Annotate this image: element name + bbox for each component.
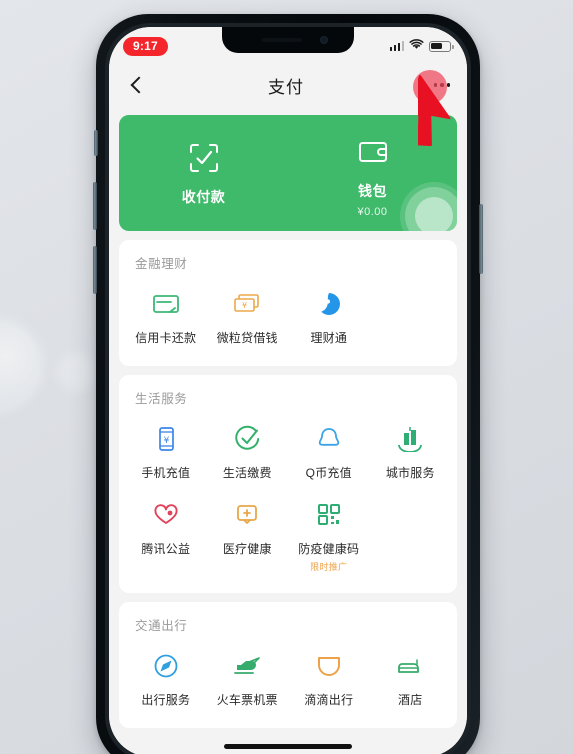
life-service-grid: ¥ 手机充值 生活缴费 Q币充值 城市服务 腾讯公益 医疗健康 防疫健康码 限时…: [119, 415, 457, 583]
pay-wallet-card: 收付款 钱包 ¥0.00: [119, 115, 457, 231]
grid-item-credit-card-repay[interactable]: 信用卡还款: [125, 280, 207, 356]
grid-item-label: 滴滴出行: [304, 693, 354, 707]
svg-text:¥: ¥: [163, 436, 169, 446]
health-code-icon: [288, 499, 370, 531]
grid-item-label: 火车票机票: [216, 693, 278, 707]
finance-section-title: 金融理财: [135, 257, 188, 271]
finance-section-card: 金融理财 信用卡还款 ¥ 微粒贷借钱 理财通: [119, 240, 457, 366]
home-indicator[interactable]: [224, 744, 352, 749]
grid-item-label: Q币充值: [305, 466, 352, 480]
grid-item-label: 出行服务: [141, 693, 191, 707]
earpiece-speaker-icon: [262, 38, 302, 42]
mobile-topup-icon: ¥: [125, 423, 207, 455]
finance-grid: 信用卡还款 ¥ 微粒贷借钱 理财通: [119, 280, 457, 356]
grid-item-licaitong[interactable]: 理财通: [288, 280, 370, 356]
grid-item-label: 医疗健康: [222, 542, 272, 556]
background-blob-secondary: [56, 352, 96, 392]
phone-screen: 9:17 支付 收付款 钱包 ¥0.00 金融理财 信用卡还款 ¥ 微粒贷借钱 …: [109, 27, 467, 754]
grid-item-label: 生活缴费: [222, 466, 272, 480]
grid-item-label: 酒店: [398, 693, 423, 707]
grid-item-empty: [370, 280, 452, 356]
train-plane-icon: [207, 650, 289, 682]
grid-item-didi[interactable]: 滴滴出行: [288, 642, 370, 718]
qcoin-icon: [288, 423, 370, 455]
wealth-icon: [288, 288, 370, 320]
transport-section-title: 交通出行: [135, 619, 188, 633]
medical-health-icon: [207, 499, 289, 531]
notch: [222, 27, 354, 53]
grid-item-weilidai-loan[interactable]: ¥ 微粒贷借钱: [207, 280, 289, 356]
grid-item-label: 城市服务: [385, 466, 435, 480]
status-icons: [389, 37, 454, 55]
grid-item-label: 防疫健康码: [298, 542, 360, 556]
scan-pay-entry[interactable]: 收付款: [119, 134, 288, 212]
charity-heart-icon: [125, 499, 207, 531]
wifi-icon: [409, 37, 424, 55]
grid-item-utility-bill[interactable]: 生活缴费: [207, 415, 289, 491]
transport-grid: 出行服务 火车票机票 滴滴出行 酒店: [119, 642, 457, 718]
grid-item-travel-service[interactable]: 出行服务: [125, 642, 207, 718]
grid-item-city-service[interactable]: 城市服务: [370, 415, 452, 491]
battery-icon: [429, 40, 454, 52]
grid-item-health-code[interactable]: 防疫健康码 限时推广: [288, 491, 370, 583]
page-content: 收付款 钱包 ¥0.00 金融理财 信用卡还款 ¥ 微粒贷借钱 理财通 生活服务…: [109, 107, 467, 754]
scan-pay-label: 收付款: [181, 189, 226, 205]
grid-item-label: 微粒贷借钱: [216, 331, 278, 345]
page-title: 支付: [268, 77, 304, 97]
power-button[interactable]: [479, 204, 483, 274]
credit-card-icon: [125, 288, 207, 320]
mute-switch-button[interactable]: [94, 130, 98, 156]
front-camera-icon: [320, 36, 328, 44]
background-blob: [0, 322, 40, 408]
back-button[interactable]: [126, 74, 148, 96]
grid-item-qcoin-topup[interactable]: Q币充值: [288, 415, 370, 491]
svg-text:¥: ¥: [242, 301, 247, 310]
didi-icon: [288, 650, 370, 682]
compass-travel-icon: [125, 650, 207, 682]
grid-item-label: 信用卡还款: [135, 331, 197, 345]
scan-pay-icon: [119, 138, 288, 178]
volume-down-button[interactable]: [93, 246, 97, 294]
grid-item-promo-tag: 限时推广: [310, 562, 348, 572]
grid-item-medical-health[interactable]: 医疗健康: [207, 491, 289, 583]
grid-item-mobile-topup[interactable]: ¥ 手机充值: [125, 415, 207, 491]
phone-bezel: 9:17 支付 收付款 钱包 ¥0.00 金融理财 信用卡还款 ¥ 微粒贷借钱 …: [105, 23, 471, 754]
status-time-recording-pill[interactable]: 9:17: [123, 36, 168, 56]
utility-bill-icon: [207, 423, 289, 455]
grid-item-hotel[interactable]: 酒店: [370, 642, 452, 718]
volume-up-button[interactable]: [93, 182, 97, 230]
life-service-section-title: 生活服务: [135, 392, 188, 406]
grid-item-label: 手机充值: [141, 466, 191, 480]
transport-section-card: 交通出行 出行服务 火车票机票 滴滴出行 酒店: [119, 602, 457, 728]
grid-item-tencent-charity[interactable]: 腾讯公益: [125, 491, 207, 583]
signal-bars-icon: [389, 41, 404, 51]
city-service-icon: [370, 423, 452, 455]
hotel-bed-icon: [370, 650, 452, 682]
screenshot-scene: 9:17 支付 收付款 钱包 ¥0.00 金融理财 信用卡还款 ¥ 微粒贷借钱 …: [0, 0, 573, 754]
life-service-section-card: 生活服务 ¥ 手机充值 生活缴费 Q币充值 城市服务 腾讯公益 医疗健康 防疫健…: [119, 375, 457, 593]
banknote-icon: ¥: [207, 288, 289, 320]
grid-item-train-flight-ticket[interactable]: 火车票机票: [207, 642, 289, 718]
grid-item-empty: [370, 491, 452, 583]
grid-item-label: 腾讯公益: [141, 542, 191, 556]
red-arrow-cursor: [418, 75, 451, 146]
grid-item-label: 理财通: [310, 331, 348, 345]
